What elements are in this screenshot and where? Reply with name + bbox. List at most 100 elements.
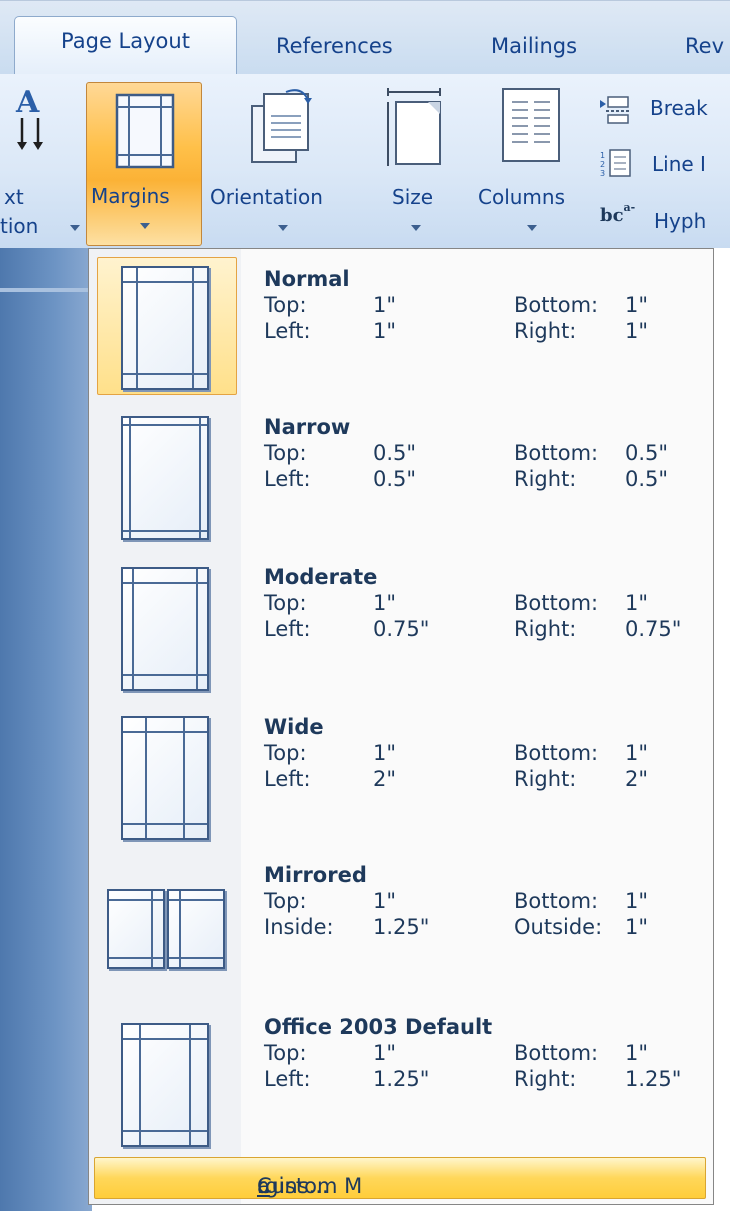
- page-margins-mirrored-left-icon: [107, 889, 165, 969]
- menu-item-value: 0.75": [373, 617, 430, 641]
- line-numbers-icon: 1 2 3: [600, 149, 631, 178]
- hyphenation-icon-text: bc: [600, 205, 624, 226]
- page-margins-mirrored-right-icon: [167, 889, 225, 969]
- menu-item-label: Left:: [264, 319, 311, 343]
- ribbon-tab-row: Page Layout References Mailings Rev: [0, 0, 730, 77]
- margins-dropdown-menu: Normal Top: 1" Bottom: 1" Left: 1" Right…: [88, 248, 714, 1205]
- menu-item-office-2003-default[interactable]: Office 2003 Default Top: 1" Bottom: 1" L…: [89, 999, 713, 1147]
- svg-text:1: 1: [600, 151, 605, 160]
- custom-margins-text: rgins...: [257, 1174, 329, 1198]
- columns-label: Columns: [478, 185, 566, 209]
- menu-item-value: 1": [373, 889, 397, 913]
- page-margins-moderate-icon: [121, 567, 209, 691]
- menu-item-label: Top:: [264, 591, 307, 615]
- tab-page-layout-label: Page Layout: [61, 29, 190, 53]
- menu-item-value: 1": [625, 889, 649, 913]
- menu-item-value: 1": [625, 915, 649, 939]
- menu-item-label: Right:: [514, 767, 577, 791]
- menu-item-name: Normal: [264, 267, 350, 291]
- custom-margins-button[interactable]: Custom Ma rgins...: [94, 1157, 706, 1199]
- breaks-icon: [600, 96, 630, 124]
- orientation-label: Orientation: [210, 185, 323, 209]
- menu-item-value: 0.75": [625, 617, 682, 641]
- tab-review[interactable]: Rev: [685, 21, 724, 71]
- size-label: Size: [392, 185, 434, 209]
- menu-item-label: Inside:: [264, 915, 334, 939]
- tab-references[interactable]: References: [276, 21, 393, 71]
- menu-item-label: Top:: [264, 293, 307, 317]
- menu-item-name: Office 2003 Default: [264, 1015, 493, 1039]
- page-margins-narrow-icon: [121, 416, 209, 540]
- menu-item-label: Left:: [264, 1067, 311, 1091]
- menu-item-label: Bottom:: [514, 591, 599, 615]
- svg-text:3: 3: [600, 169, 605, 178]
- menu-item-value: 1.25": [625, 1067, 682, 1091]
- menu-item-label: Bottom:: [514, 293, 599, 317]
- tab-page-layout[interactable]: Page Layout: [14, 16, 237, 77]
- margins-icon: [115, 93, 175, 169]
- menu-item-value: 1": [625, 1041, 649, 1065]
- orientation-icon: [251, 89, 312, 163]
- menu-item-value: 1": [373, 319, 397, 343]
- tab-mailings[interactable]: Mailings: [491, 21, 577, 71]
- menu-item-value: 2": [625, 767, 649, 791]
- menu-item-label: Left:: [264, 467, 311, 491]
- document-area-right: [714, 248, 730, 1211]
- hyphenation-label: Hyph: [654, 209, 707, 233]
- menu-item-value: 1": [373, 591, 397, 615]
- menu-item-label: Top:: [264, 889, 307, 913]
- svg-text:2: 2: [600, 160, 605, 169]
- page-margins-office-2003-icon: [121, 1023, 209, 1147]
- menu-item-value: 1": [625, 741, 649, 765]
- menu-item-label: Right:: [514, 1067, 577, 1091]
- menu-item-label: Bottom:: [514, 889, 599, 913]
- menu-item-narrow[interactable]: Narrow Top: 0.5" Bottom: 0.5" Left: 0.5"…: [89, 399, 713, 543]
- menu-item-label: Left:: [264, 617, 311, 641]
- menu-item-label: Right:: [514, 467, 577, 491]
- menu-item-name: Moderate: [264, 565, 378, 589]
- menu-item-normal[interactable]: Normal Top: 1" Bottom: 1" Left: 1" Right…: [89, 249, 713, 395]
- chevron-down-icon: [527, 225, 537, 231]
- menu-item-mirrored[interactable]: Mirrored Top: 1" Bottom: 1" Inside: 1.25…: [89, 849, 713, 993]
- menu-item-value: 1": [625, 319, 649, 343]
- text-direction-label-1: xt: [4, 185, 24, 209]
- text-direction-icon: A: [15, 86, 43, 150]
- menu-item-value: 1": [373, 741, 397, 765]
- menu-item-label: Outside:: [514, 915, 603, 939]
- chevron-down-icon: [140, 223, 150, 229]
- menu-item-value: 1": [373, 1041, 397, 1065]
- chevron-down-icon: [411, 225, 421, 231]
- menu-item-name: Narrow: [264, 415, 351, 439]
- menu-item-label: Right:: [514, 617, 577, 641]
- page-margins-normal-icon: [121, 266, 209, 390]
- menu-item-label: Right:: [514, 319, 577, 343]
- menu-item-label: Bottom:: [514, 741, 599, 765]
- menu-item-value: 1.25": [373, 1067, 430, 1091]
- chevron-down-icon: [278, 225, 288, 231]
- menu-item-value: 1": [373, 293, 397, 317]
- menu-item-value: 2": [373, 767, 397, 791]
- menu-item-value: 1": [625, 591, 649, 615]
- margins-button[interactable]: Margins: [86, 82, 202, 246]
- menu-item-value: 0.5": [625, 441, 669, 465]
- menu-item-label: Bottom:: [514, 441, 599, 465]
- menu-item-value: 0.5": [625, 467, 669, 491]
- menu-item-wide[interactable]: Wide Top: 1" Bottom: 1" Left: 2" Right: …: [89, 699, 713, 843]
- margins-label: Margins: [91, 184, 170, 208]
- columns-icon: [502, 88, 560, 162]
- menu-item-moderate[interactable]: Moderate Top: 1" Bottom: 1" Left: 0.75" …: [89, 549, 713, 693]
- page-margins-wide-icon: [121, 716, 209, 840]
- menu-item-name: Mirrored: [264, 863, 367, 887]
- menu-item-label: Top:: [264, 741, 307, 765]
- breaks-label: Break: [650, 96, 708, 120]
- menu-item-label: Top:: [264, 1041, 307, 1065]
- menu-item-value: 1": [625, 293, 649, 317]
- menu-item-value: 0.5": [373, 467, 417, 491]
- hyphenation-icon: bca-: [600, 201, 636, 226]
- size-icon: [387, 88, 441, 166]
- document-background: [0, 248, 92, 1211]
- menu-item-value: 0.5": [373, 441, 417, 465]
- text-direction-label-2: tion: [0, 214, 39, 238]
- line-numbers-label: Line I: [652, 152, 706, 176]
- menu-item-name: Wide: [264, 715, 324, 739]
